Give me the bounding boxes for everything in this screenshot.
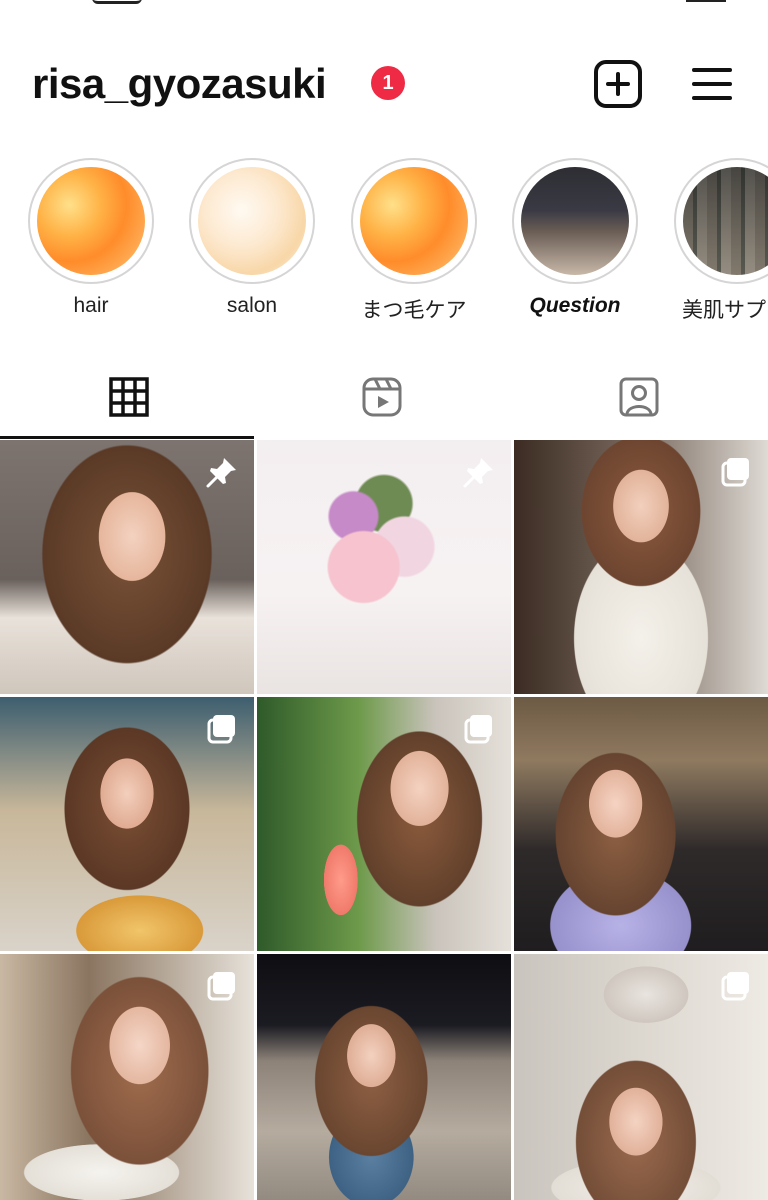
- post-thumbnail[interactable]: [514, 440, 768, 694]
- reels-icon: [362, 377, 402, 417]
- active-tab-indicator: [0, 436, 254, 439]
- highlight-thumbnail: [521, 167, 629, 275]
- username-title[interactable]: risa_gyozasuki: [32, 60, 327, 108]
- highlight-ring: [512, 158, 638, 284]
- post-thumbnail[interactable]: [257, 697, 511, 951]
- status-bar: [0, 0, 768, 12]
- carousel-icon: [207, 972, 235, 1001]
- highlight-label: Question: [529, 294, 621, 317]
- plus-square-icon: [606, 72, 630, 96]
- carousel-icon: [721, 972, 749, 1001]
- new-post-button[interactable]: [594, 60, 642, 108]
- tab-posts[interactable]: [0, 362, 256, 440]
- status-bar-right: [686, 0, 726, 2]
- story-highlights: hair salon まつ毛ケア Question 美肌サプ: [0, 158, 768, 328]
- highlight-label: 美肌サプ: [682, 299, 766, 322]
- profile-header: risa_gyozasuki 1: [0, 44, 768, 124]
- post-thumbnail[interactable]: [257, 440, 511, 694]
- notification-badge[interactable]: 1: [371, 66, 405, 100]
- post-thumbnail[interactable]: [257, 954, 511, 1200]
- highlight-label: salon: [226, 294, 278, 317]
- posts-grid: [0, 440, 768, 1200]
- highlight-label: hair: [73, 294, 109, 317]
- highlight-thumbnail: [198, 167, 306, 275]
- carousel-icon: [464, 715, 492, 744]
- tab-reels[interactable]: [256, 362, 512, 440]
- highlight-thumbnail: [360, 167, 468, 275]
- pin-icon: [206, 458, 236, 488]
- highlight-ring: [674, 158, 768, 284]
- tagged-person-icon: [619, 377, 659, 417]
- post-thumbnail[interactable]: [0, 954, 254, 1200]
- highlight-ring: [28, 158, 154, 284]
- menu-button[interactable]: [690, 64, 736, 104]
- highlight-eyelash-care[interactable]: まつ毛ケア: [351, 158, 479, 328]
- profile-tabs: [0, 362, 768, 440]
- grid-icon: [109, 377, 149, 417]
- highlight-ring: [189, 158, 315, 284]
- post-thumbnail[interactable]: [514, 954, 768, 1200]
- highlight-hair[interactable]: hair: [28, 158, 156, 328]
- post-thumbnail[interactable]: [514, 697, 768, 951]
- highlight-thumbnail: [683, 167, 768, 275]
- carousel-icon: [721, 458, 749, 487]
- highlight-skin-supplement[interactable]: 美肌サプ: [674, 158, 768, 328]
- post-thumbnail[interactable]: [0, 440, 254, 694]
- tab-tagged[interactable]: [512, 362, 768, 440]
- pin-icon: [463, 458, 493, 488]
- highlight-salon[interactable]: salon: [189, 158, 317, 328]
- highlight-question[interactable]: Question: [512, 158, 640, 328]
- highlight-thumbnail: [37, 167, 145, 275]
- highlight-label: まつ毛ケア: [361, 299, 467, 322]
- carousel-icon: [207, 715, 235, 744]
- status-bar-left: [92, 0, 142, 4]
- highlight-ring: [351, 158, 477, 284]
- post-thumbnail[interactable]: [0, 697, 254, 951]
